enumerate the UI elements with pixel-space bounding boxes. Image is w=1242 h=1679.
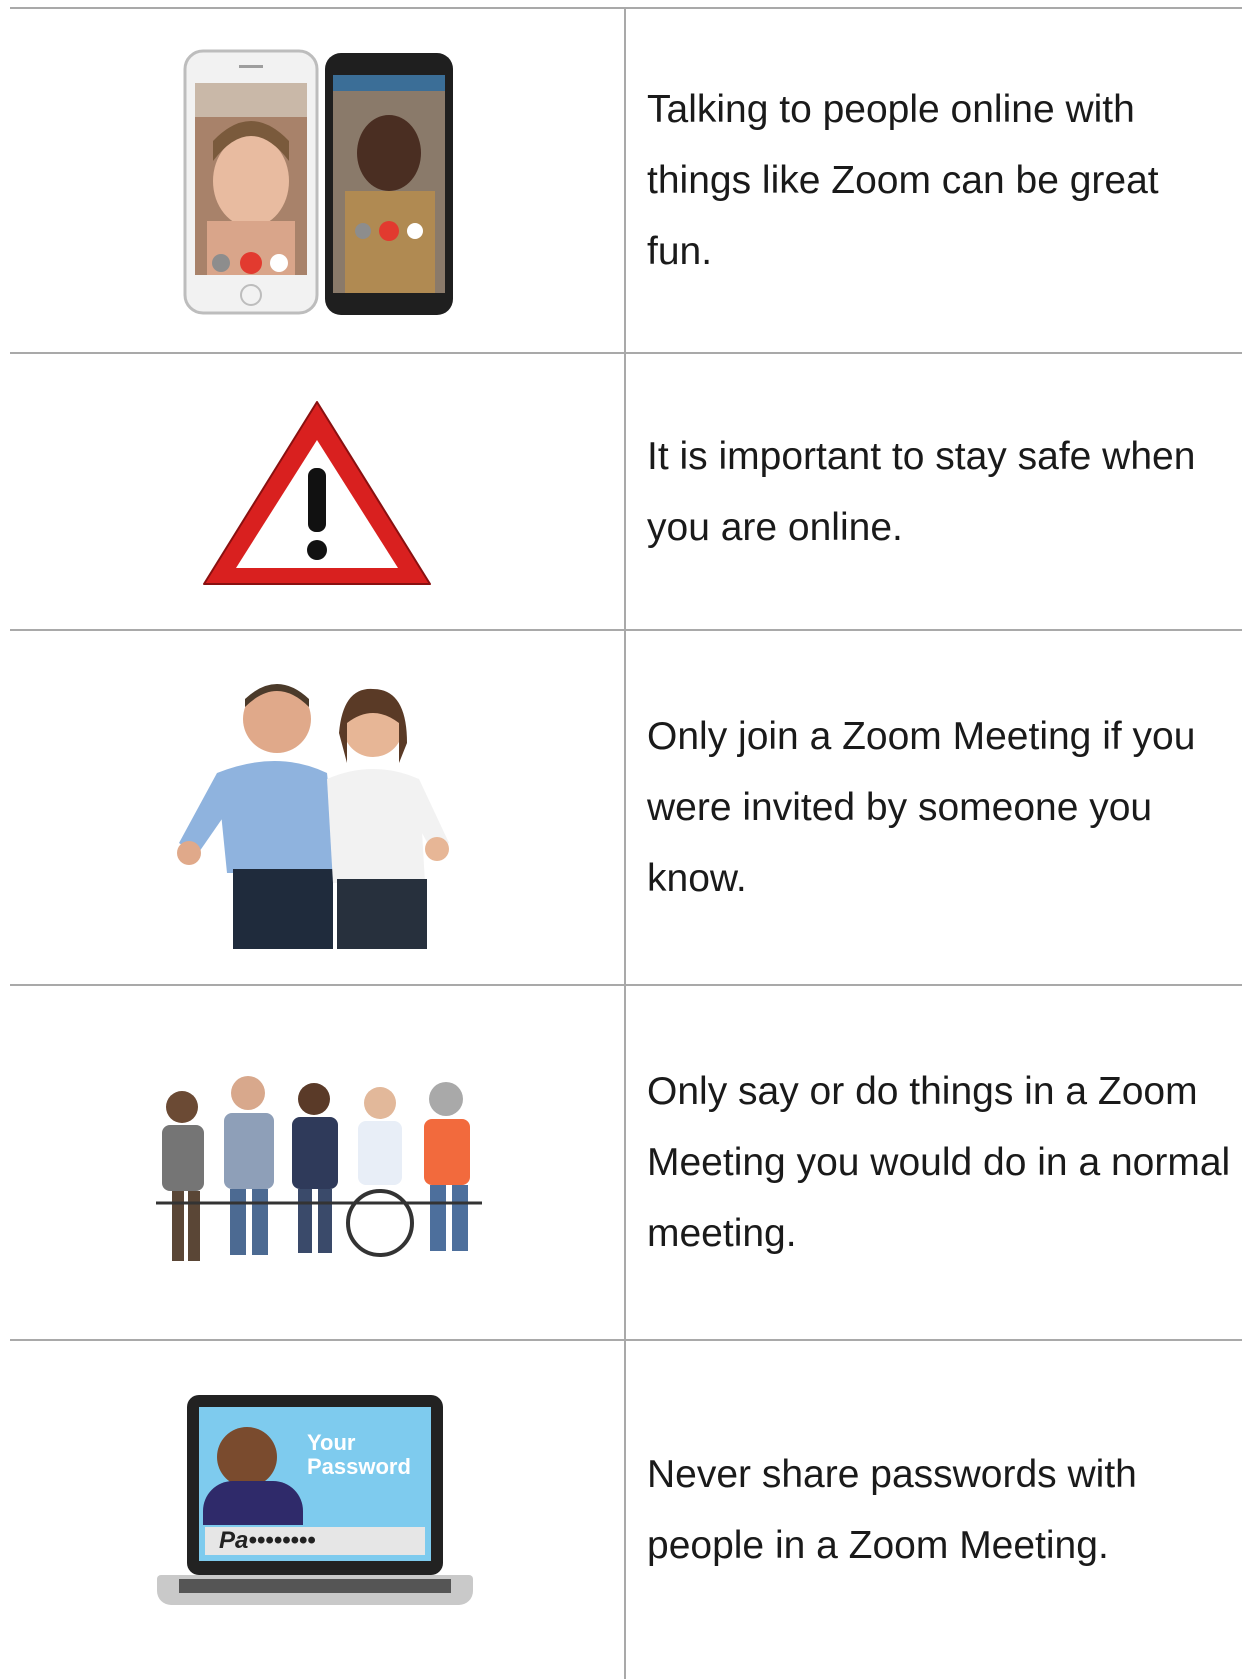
- laptop-heading: Your Password: [307, 1430, 411, 1479]
- people-thumbs-up-icon: [177, 683, 449, 949]
- image-cell: [10, 986, 624, 1339]
- row-text: It is important to stay safe when you ar…: [647, 434, 1196, 549]
- table-row: Only join a Zoom Meeting if you were inv…: [10, 629, 1242, 984]
- group-meeting-icon: [156, 1075, 482, 1261]
- warning-triangle-icon: [203, 400, 431, 585]
- table-row: Your Password Pa•••••••• Never share pas…: [10, 1339, 1242, 1679]
- video-call-phones-icon: [183, 49, 453, 315]
- text-cell: Talking to people online with things lik…: [626, 9, 1242, 352]
- text-cell: Only join a Zoom Meeting if you were inv…: [626, 631, 1242, 984]
- image-cell: Your Password Pa••••••••: [10, 1341, 624, 1679]
- person-avatar: [217, 1427, 277, 1487]
- row-text: Only say or do things in a Zoom Meeting …: [647, 1070, 1231, 1255]
- text-cell: Never share passwords with people in a Z…: [626, 1341, 1242, 1679]
- text-cell: Only say or do things in a Zoom Meeting …: [626, 986, 1242, 1339]
- row-text: Talking to people online with things lik…: [647, 88, 1159, 273]
- image-cell: [10, 9, 624, 352]
- image-cell: [10, 354, 624, 629]
- image-cell: [10, 631, 624, 984]
- laptop-password-icon: Your Password Pa••••••••: [157, 1395, 477, 1625]
- easy-read-table: Talking to people online with things lik…: [10, 7, 1242, 1679]
- password-field: Pa••••••••: [205, 1527, 425, 1555]
- table-row: Talking to people online with things lik…: [10, 7, 1242, 352]
- row-text: Never share passwords with people in a Z…: [647, 1453, 1137, 1567]
- table-row: Only say or do things in a Zoom Meeting …: [10, 984, 1242, 1339]
- row-text: Only join a Zoom Meeting if you were inv…: [647, 715, 1196, 900]
- text-cell: It is important to stay safe when you ar…: [626, 354, 1242, 629]
- table-row: It is important to stay safe when you ar…: [10, 352, 1242, 629]
